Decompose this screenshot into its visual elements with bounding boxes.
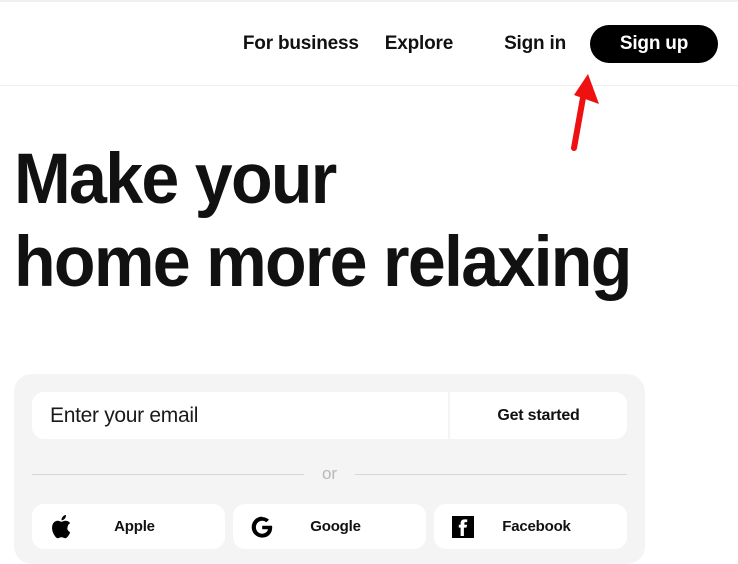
- hero-headline-line-2: home more relaxing: [14, 223, 632, 302]
- google-login-button[interactable]: Google: [233, 504, 426, 549]
- google-login-label: Google: [310, 518, 361, 535]
- email-input[interactable]: [32, 392, 448, 439]
- sign-up-button[interactable]: Sign up: [590, 25, 718, 63]
- page-root: For business Explore Sign in Sign up Mak…: [0, 0, 738, 564]
- apple-login-button[interactable]: Apple: [32, 504, 225, 549]
- social-login-row: Apple Google Facebook: [32, 504, 627, 549]
- divider-rule-left: [32, 473, 304, 475]
- get-started-button[interactable]: Get started: [450, 392, 627, 439]
- header-nav: For business Explore Sign in Sign up: [243, 2, 718, 86]
- nav-link-for-business[interactable]: For business: [243, 33, 359, 55]
- site-header: For business Explore Sign in Sign up: [0, 2, 738, 86]
- apple-login-label: Apple: [114, 518, 155, 535]
- nav-link-explore[interactable]: Explore: [385, 33, 453, 55]
- facebook-login-button[interactable]: Facebook: [434, 504, 627, 549]
- divider-rule-right: [355, 473, 627, 475]
- signup-card: Get started or Apple: [14, 374, 645, 564]
- or-divider-label: or: [321, 464, 338, 483]
- facebook-login-label: Facebook: [502, 518, 571, 535]
- google-icon: [249, 514, 275, 540]
- facebook-icon: [450, 514, 476, 540]
- hero-headline: Make your home more relaxing: [14, 138, 714, 304]
- hero-headline-line-1: Make your: [14, 140, 337, 219]
- or-divider: or: [32, 464, 627, 483]
- apple-icon: [48, 514, 74, 540]
- nav-link-sign-in[interactable]: Sign in: [504, 33, 566, 55]
- email-signup-row: Get started: [32, 392, 627, 439]
